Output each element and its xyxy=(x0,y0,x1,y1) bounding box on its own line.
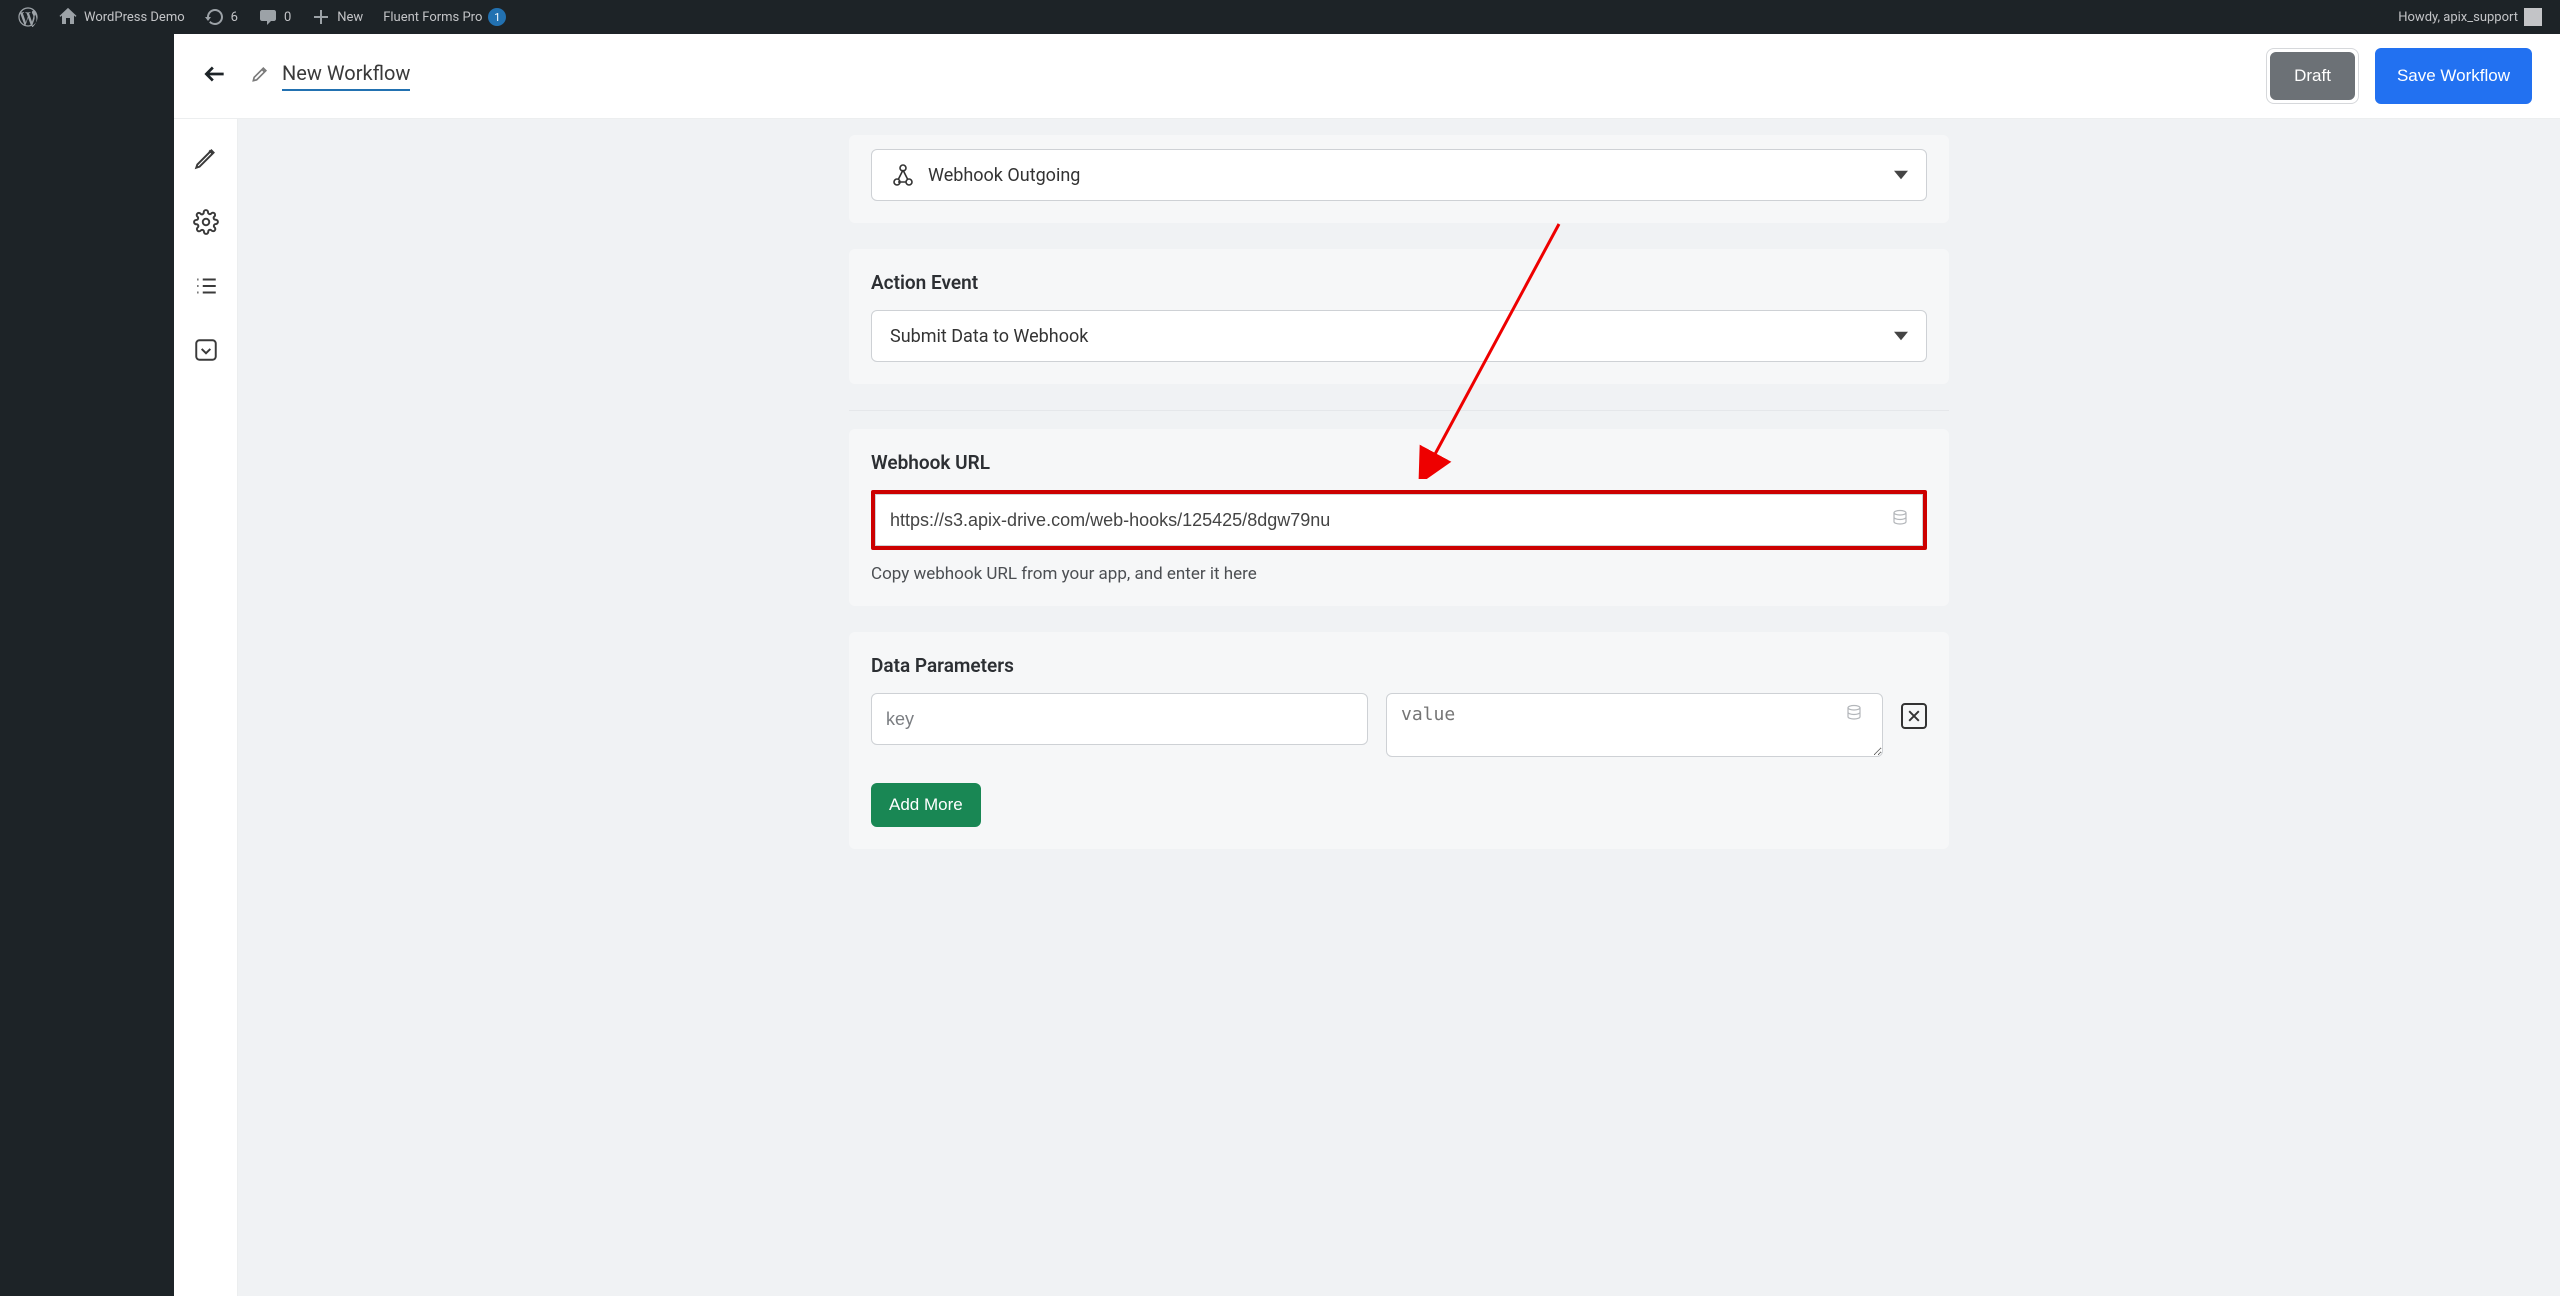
database-icon xyxy=(1845,704,1863,722)
app-selector-card: Webhook Outgoing xyxy=(849,135,1949,223)
site-name-text: WordPress Demo xyxy=(84,10,185,25)
app-header: New Workflow Draft Save Workflow xyxy=(174,34,2560,119)
tool-settings[interactable] xyxy=(193,209,219,239)
arrow-left-icon xyxy=(202,61,228,87)
param-key-input[interactable] xyxy=(871,693,1368,745)
caret-down-icon xyxy=(1894,329,1908,343)
pen-icon xyxy=(193,145,219,171)
data-params-title: Data Parameters xyxy=(871,654,1927,677)
workflow-canvas: Webhook Outgoing Action Event Submit Dat… xyxy=(238,119,2560,1296)
tool-steps[interactable] xyxy=(193,273,219,303)
fluent-forms-link[interactable]: Fluent Forms Pro 1 xyxy=(373,0,516,34)
caret-down-icon xyxy=(1894,168,1908,182)
x-icon xyxy=(1906,708,1922,724)
refresh-icon xyxy=(205,7,225,27)
tool-collapse[interactable] xyxy=(193,337,219,367)
updates-count-text: 6 xyxy=(231,10,238,25)
new-content-link[interactable]: New xyxy=(301,0,373,34)
webhook-url-help: Copy webhook URL from your app, and ente… xyxy=(871,564,1927,584)
gear-icon xyxy=(193,209,219,235)
action-event-title: Action Event xyxy=(871,271,1927,294)
plus-icon xyxy=(311,7,331,27)
app-selector[interactable]: Webhook Outgoing xyxy=(871,149,1927,201)
draft-button-wrap: Draft xyxy=(2266,48,2359,104)
site-home-link[interactable]: WordPress Demo xyxy=(48,0,195,34)
plugin-label-text: Fluent Forms Pro xyxy=(383,10,482,25)
database-icon xyxy=(1891,509,1909,527)
wp-logo[interactable] xyxy=(8,0,48,34)
annotation-highlight xyxy=(871,490,1927,550)
param-data-source-button[interactable] xyxy=(1845,704,1863,726)
action-event-selector[interactable]: Submit Data to Webhook xyxy=(871,310,1927,362)
plugin-badge: 1 xyxy=(488,8,506,26)
add-more-button[interactable]: Add More xyxy=(871,783,981,827)
webhook-icon xyxy=(890,163,914,187)
updates-link[interactable]: 6 xyxy=(195,0,248,34)
chevron-down-box-icon xyxy=(193,337,219,363)
save-workflow-button[interactable]: Save Workflow xyxy=(2375,48,2532,104)
comments-count-text: 0 xyxy=(284,10,291,25)
draft-button[interactable]: Draft xyxy=(2270,52,2355,100)
side-tools xyxy=(174,119,238,1296)
howdy-text: Howdy, apix_support xyxy=(2398,10,2518,25)
list-icon xyxy=(193,273,219,299)
webhook-url-title: Webhook URL xyxy=(871,451,1927,474)
param-value-input[interactable] xyxy=(1386,693,1883,757)
webhook-url-card: Webhook URL Copy webhook URL from your a… xyxy=(849,429,1949,606)
back-button[interactable] xyxy=(202,61,228,91)
howdy-account[interactable]: Howdy, apix_support xyxy=(2388,0,2552,34)
wp-admin-toolbar: WordPress Demo 6 0 New Fluent Forms Pro … xyxy=(0,0,2560,34)
action-event-selected: Submit Data to Webhook xyxy=(890,326,1088,347)
new-label-text: New xyxy=(337,10,363,25)
comments-link[interactable]: 0 xyxy=(248,0,301,34)
tool-edit[interactable] xyxy=(193,145,219,175)
workflow-title[interactable]: New Workflow xyxy=(282,61,410,91)
action-event-card: Action Event Submit Data to Webhook xyxy=(849,249,1949,384)
pencil-icon xyxy=(250,64,270,84)
data-parameters-card: Data Parameters Add More xyxy=(849,632,1949,849)
comment-icon xyxy=(258,7,278,27)
app-selector-label: Webhook Outgoing xyxy=(928,165,1080,186)
wp-admin-sidebar xyxy=(0,34,174,1296)
home-icon xyxy=(58,7,78,27)
edit-title-button[interactable] xyxy=(250,64,270,88)
webhook-url-input[interactable] xyxy=(875,494,1923,546)
avatar-icon xyxy=(2524,8,2542,26)
data-source-button[interactable] xyxy=(1891,509,1909,531)
param-remove-button[interactable] xyxy=(1901,703,1927,729)
